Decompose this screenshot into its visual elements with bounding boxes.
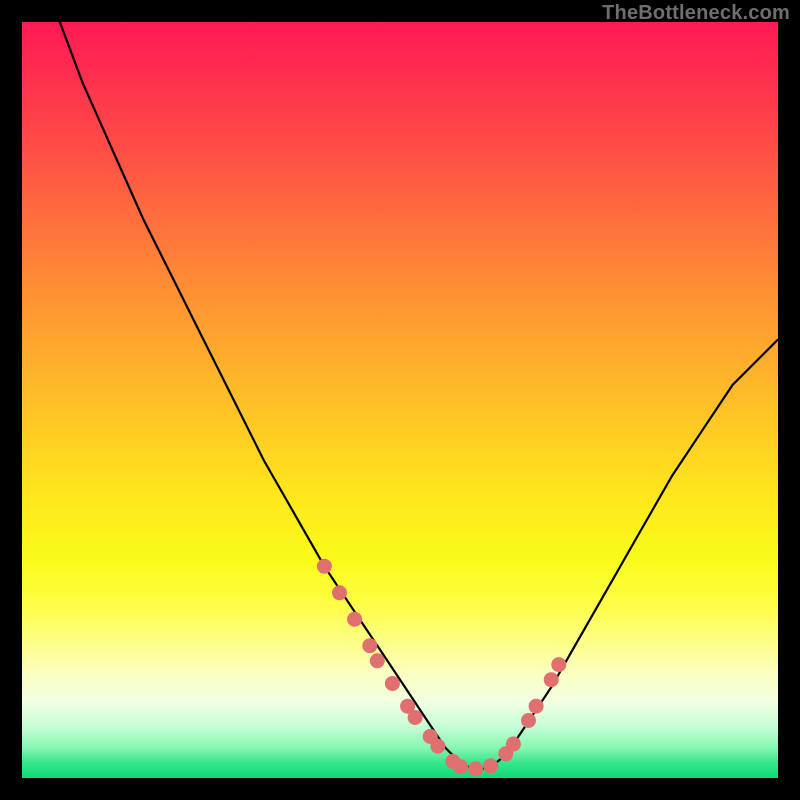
curve-path	[60, 22, 778, 770]
marker-dot	[468, 761, 483, 776]
marker-dot	[529, 699, 544, 714]
marker-dot	[362, 638, 377, 653]
marker-dot	[506, 737, 521, 752]
marker-dot	[551, 657, 566, 672]
marker-dot	[385, 676, 400, 691]
marker-dot	[332, 585, 347, 600]
marker-dot	[521, 713, 536, 728]
highlight-markers	[317, 559, 566, 777]
marker-dot	[370, 653, 385, 668]
marker-dot	[453, 759, 468, 774]
marker-dot	[430, 739, 445, 754]
marker-dot	[408, 710, 423, 725]
plot-area	[22, 22, 778, 778]
marker-dot	[483, 758, 498, 773]
watermark-text: TheBottleneck.com	[602, 2, 790, 25]
marker-dot	[347, 612, 362, 627]
bottleneck-curve	[60, 22, 778, 770]
marker-dot	[317, 559, 332, 574]
marker-dot	[544, 672, 559, 687]
chart-svg	[22, 22, 778, 778]
chart-frame: TheBottleneck.com	[0, 0, 800, 800]
